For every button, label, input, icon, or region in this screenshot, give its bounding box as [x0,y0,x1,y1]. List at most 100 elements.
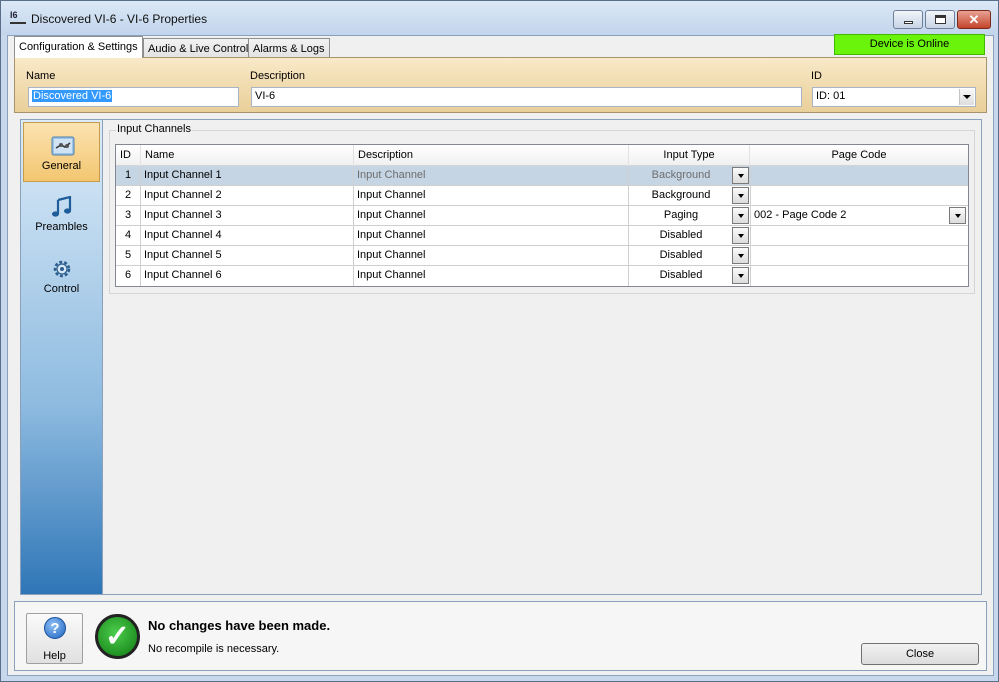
device-online-badge: Device is Online [834,34,985,55]
row-id: 2 [116,186,141,206]
input-type-dropdown-button[interactable] [732,247,749,264]
close-window-button[interactable]: ✕ [957,10,991,29]
column-header-name[interactable]: Name [141,145,354,166]
chevron-down-icon [737,273,744,278]
chevron-down-icon [737,213,744,218]
column-header-input-type[interactable]: Input Type [629,145,750,166]
row-input-type-value[interactable]: Disabled [629,226,733,246]
maximize-button[interactable] [925,10,955,29]
row-id: 6 [116,266,141,286]
title-bar[interactable]: I6 Discovered VI-6 - VI-6 Properties ✕ [1,1,998,35]
input-type-dropdown-button[interactable] [732,267,749,284]
help-icon: ? [44,617,66,639]
app-icon: I6 [10,10,26,24]
chevron-down-icon [954,213,961,218]
row-description-cell[interactable]: Input Channel [354,246,629,266]
sidebar-item-general[interactable]: General [23,122,100,182]
row-input-type-value[interactable]: Background [629,186,733,206]
column-header-description[interactable]: Description [354,145,629,166]
table-row[interactable]: 2 Input Channel 2 Input Channel Backgrou… [116,186,968,206]
chevron-down-icon [737,253,744,258]
id-select[interactable]: ID: 01 [812,87,976,107]
tab-audio-live-control[interactable]: Audio & Live Control [143,38,254,57]
minimize-button[interactable] [893,10,923,29]
chevron-down-icon[interactable] [959,89,974,105]
close-button[interactable]: Close [861,643,979,665]
checkmark-icon: ✓ [95,614,140,659]
row-input-type-value[interactable]: Disabled [629,246,733,266]
row-input-type-value[interactable]: Background [629,166,733,186]
row-page-code-cell[interactable] [750,166,968,186]
status-detail: No recompile is necessary. [148,643,280,655]
row-description-cell[interactable]: Input Channel [354,226,629,246]
table-row[interactable]: 4 Input Channel 4 Input Channel Disabled [116,226,968,246]
close-icon: ✕ [968,12,980,27]
sidebar-item-preambles[interactable]: Preambles [23,184,100,244]
row-name-cell[interactable]: Input Channel 4 [141,226,354,246]
help-button[interactable]: ? Help [26,613,83,664]
row-description-cell[interactable]: Input Channel [354,186,629,206]
chevron-down-icon [737,233,744,238]
input-channels-grid: ID Name Description Input Type Page Code… [115,144,969,287]
general-settings-icon [51,136,75,156]
row-page-code-cell[interactable] [750,266,968,286]
chevron-down-icon [737,193,744,198]
window-title: Discovered VI-6 - VI-6 Properties [31,12,208,26]
client-area: Configuration & Settings Audio & Live Co… [7,34,994,676]
row-input-type-value[interactable]: Disabled [629,266,733,286]
sidebar-item-label: General [41,160,82,172]
row-description-cell[interactable]: Input Channel [354,206,629,226]
row-name-cell[interactable]: Input Channel 5 [141,246,354,266]
id-label: ID [811,70,822,82]
grid-header: ID Name Description Input Type Page Code [116,145,968,166]
name-field[interactable]: Discovered VI-6 [28,87,239,107]
table-row[interactable]: 3 Input Channel 3 Input Channel Paging 0… [116,206,968,226]
id-select-value: ID: 01 [816,90,846,102]
row-id: 4 [116,226,141,246]
row-page-code-cell[interactable] [750,226,968,246]
row-page-code-value[interactable]: 002 - Page Code 2 [750,206,950,226]
chevron-down-icon [737,173,744,178]
row-name-cell[interactable]: Input Channel 3 [141,206,354,226]
sidebar-item-label: Control [43,283,80,295]
row-page-code-cell[interactable] [750,246,968,266]
table-row[interactable]: 5 Input Channel 5 Input Channel Disabled [116,246,968,266]
row-description-cell[interactable]: Input Channel [354,266,629,286]
row-name-cell[interactable]: Input Channel 2 [141,186,354,206]
row-id: 1 [116,166,141,186]
row-name-cell[interactable]: Input Channel 1 [141,166,354,186]
row-id: 5 [116,246,141,266]
row-id: 3 [116,206,141,226]
sidebar-item-control[interactable]: Control [23,246,100,306]
input-type-dropdown-button[interactable] [732,187,749,204]
row-name-cell[interactable]: Input Channel 6 [141,266,354,286]
name-label: Name [26,70,56,82]
main-panel: Input Channels ID Name Description Input… [102,119,982,595]
tab-alarms-logs[interactable]: Alarms & Logs [248,38,330,57]
input-type-dropdown-button[interactable] [732,167,749,184]
input-type-dropdown-button[interactable] [732,227,749,244]
input-type-dropdown-button[interactable] [732,207,749,224]
input-channels-heading: Input Channels [116,123,192,135]
table-row[interactable]: 6 Input Channel 6 Input Channel Disabled [116,266,968,286]
row-input-type-value[interactable]: Paging [629,206,733,226]
tab-configuration-settings[interactable]: Configuration & Settings [14,36,143,58]
device-header-panel: Name Discovered VI-6 Description VI-6 ID… [14,57,987,113]
name-field-value: Discovered VI-6 [32,90,113,102]
status-title: No changes have been made. [148,618,331,633]
gear-icon [53,260,71,278]
description-label: Description [250,70,306,82]
maximize-icon [934,15,946,24]
sidebar: General Preambles Control [20,119,103,595]
table-row[interactable]: 1 Input Channel 1 Input Channel Backgrou… [116,166,968,186]
description-field[interactable]: VI-6 [251,87,802,107]
minimize-icon [903,21,913,24]
row-description-cell[interactable]: Input Channel [354,166,629,186]
column-header-id[interactable]: ID [116,145,141,166]
column-header-page-code[interactable]: Page Code [750,145,968,166]
footer-panel: ? Help ✓ No changes have been made. No r… [14,601,987,671]
music-note-icon [52,196,72,217]
row-page-code-cell[interactable] [750,186,968,206]
page-code-dropdown-button[interactable] [949,207,966,224]
properties-window: I6 Discovered VI-6 - VI-6 Properties ✕ C… [0,0,999,682]
